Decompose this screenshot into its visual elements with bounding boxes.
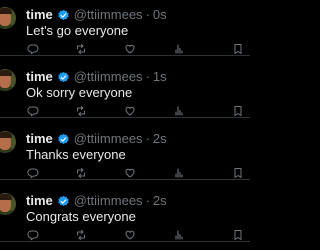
user-handle[interactable]: @ttiimmees <box>74 70 143 84</box>
verified-badge-icon <box>58 195 69 206</box>
views-button[interactable] <box>173 167 185 179</box>
heart-icon <box>125 106 135 116</box>
verified-badge-icon <box>58 9 69 20</box>
tweet-header: time @ttiimmees · 1s <box>26 70 167 84</box>
views-icon <box>175 230 183 240</box>
repost-button[interactable] <box>75 167 87 179</box>
tweet-actions <box>0 105 250 117</box>
views-icon <box>175 44 183 54</box>
separator-dot: · <box>145 69 150 84</box>
bookmark-icon <box>234 106 242 116</box>
like-button[interactable] <box>124 167 136 179</box>
tweet-header: time @ttiimmees · 0s <box>26 8 167 22</box>
reply-button[interactable] <box>27 167 39 179</box>
tweet-text: Thanks everyone <box>26 147 126 162</box>
separator-dot: · <box>145 193 150 208</box>
repost-icon <box>77 106 85 116</box>
reply-button[interactable] <box>27 43 39 55</box>
verified-badge-icon <box>58 133 69 144</box>
tweet-actions <box>0 229 250 241</box>
separator-dot: · <box>145 7 150 22</box>
repost-button[interactable] <box>75 105 87 117</box>
display-name[interactable]: time <box>26 70 53 84</box>
like-button[interactable] <box>124 43 136 55</box>
repost-icon <box>77 168 85 178</box>
tweet-text: Ok sorry everyone <box>26 85 133 100</box>
tweet-actions <box>0 167 250 179</box>
display-name[interactable]: time <box>26 8 53 22</box>
tweet-header: time @ttiimmees · 2s <box>26 194 167 208</box>
tweet-header: time @ttiimmees · 2s <box>26 132 167 146</box>
avatar[interactable] <box>0 131 16 153</box>
views-icon <box>175 106 183 116</box>
heart-icon <box>125 230 135 240</box>
timestamp[interactable]: 1s <box>153 70 167 84</box>
reply-button[interactable] <box>27 229 39 241</box>
tweet[interactable]: time @ttiimmees · 2s Congrats everyone <box>0 179 250 242</box>
repost-icon <box>77 230 85 240</box>
bookmark-icon <box>234 168 242 178</box>
timestamp[interactable]: 2s <box>153 132 167 146</box>
repost-button[interactable] <box>75 43 87 55</box>
display-name[interactable]: time <box>26 132 53 146</box>
like-button[interactable] <box>124 229 136 241</box>
heart-icon <box>125 44 135 54</box>
repost-button[interactable] <box>75 229 87 241</box>
avatar[interactable] <box>0 69 16 91</box>
avatar[interactable] <box>0 7 16 29</box>
display-name[interactable]: time <box>26 194 53 208</box>
tweet-text: Let's go everyone <box>26 23 129 38</box>
reply-icon <box>27 168 39 179</box>
reply-button[interactable] <box>27 105 39 117</box>
timestamp[interactable]: 0s <box>153 8 167 22</box>
views-button[interactable] <box>173 229 185 241</box>
tweet[interactable]: time @ttiimmees · 2s Thanks everyone <box>0 117 250 180</box>
tweet[interactable]: time @ttiimmees · 1s Ok sorry everyone <box>0 55 250 118</box>
bookmark-button[interactable] <box>232 229 244 241</box>
user-handle[interactable]: @ttiimmees <box>74 194 143 208</box>
separator-dot: · <box>145 131 150 146</box>
views-icon <box>175 168 183 178</box>
verified-badge-icon <box>58 71 69 82</box>
tweet-text: Congrats everyone <box>26 209 136 224</box>
views-button[interactable] <box>173 105 185 117</box>
bookmark-icon <box>234 230 242 240</box>
timestamp[interactable]: 2s <box>153 194 167 208</box>
user-handle[interactable]: @ttiimmees <box>74 132 143 146</box>
user-handle[interactable]: @ttiimmees <box>74 8 143 22</box>
avatar[interactable] <box>0 193 16 215</box>
reply-icon <box>27 44 39 55</box>
reply-icon <box>27 106 39 117</box>
heart-icon <box>125 168 135 178</box>
tweet[interactable]: time @ttiimmees · 0s Let's go everyone <box>0 0 250 56</box>
bookmark-button[interactable] <box>232 105 244 117</box>
like-button[interactable] <box>124 105 136 117</box>
bookmark-button[interactable] <box>232 167 244 179</box>
bookmark-button[interactable] <box>232 43 244 55</box>
repost-icon <box>77 44 85 54</box>
reply-icon <box>27 230 39 241</box>
timeline-feed: time @ttiimmees · 0s Let's go everyone t… <box>0 0 250 250</box>
bookmark-icon <box>234 44 242 54</box>
views-button[interactable] <box>173 43 185 55</box>
tweet-actions <box>0 43 250 55</box>
